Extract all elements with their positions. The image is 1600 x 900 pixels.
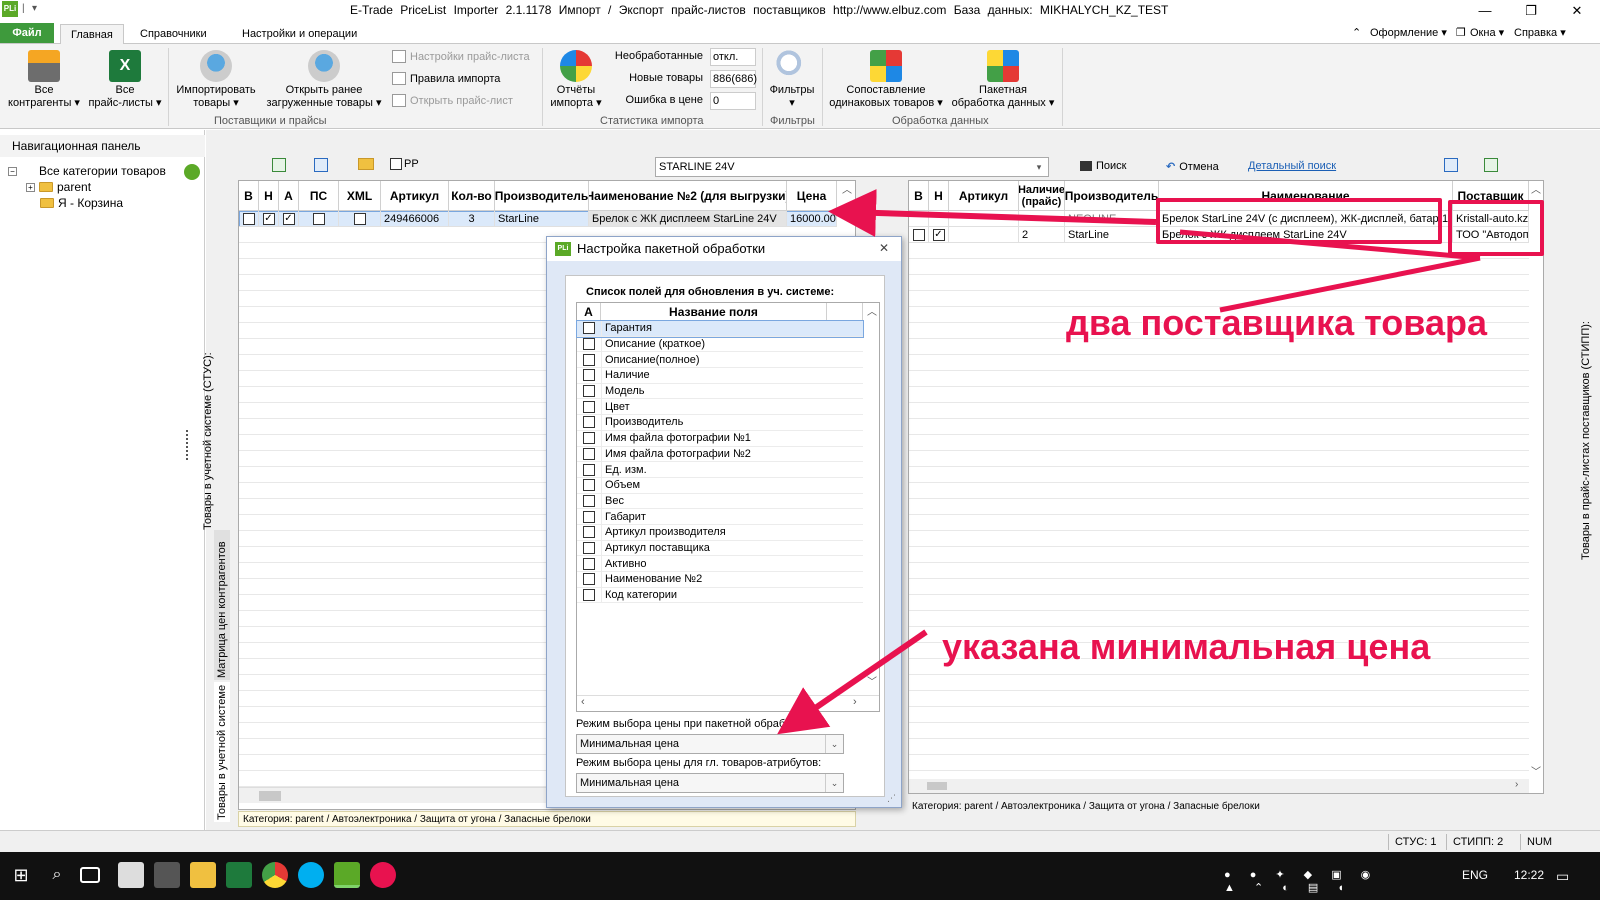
status-stus: СТУС: 1 — [1388, 834, 1442, 850]
status-bar — [0, 830, 1600, 852]
notifications-icon[interactable]: ▭ — [1556, 868, 1569, 885]
file-explorer-icon[interactable] — [190, 862, 216, 888]
skype-icon[interactable] — [298, 862, 324, 888]
windows-start-icon[interactable]: ⊞ — [8, 862, 34, 888]
clock[interactable]: 12:22 — [1514, 868, 1544, 882]
language-indicator[interactable]: ENG — [1462, 868, 1488, 882]
annotation-arrows — [777, 188, 1481, 735]
app-taskbar-icon[interactable] — [118, 862, 144, 888]
system-tray-icons[interactable]: ● ● ✦ ◆ ▣ ◉ ▲ ⌃ ◐ ▤ ◖ — [1224, 868, 1394, 894]
status-num: NUM — [1520, 834, 1558, 850]
search-icon[interactable]: ⌕ — [44, 862, 70, 888]
status-stipp: СТИПП: 2 — [1446, 834, 1509, 850]
chrome-icon[interactable] — [262, 862, 288, 888]
pricelist-importer-icon[interactable] — [334, 862, 360, 888]
excel-icon[interactable] — [226, 862, 252, 888]
recorder-icon[interactable] — [370, 862, 396, 888]
calculator-icon[interactable] — [154, 862, 180, 888]
annotation-min-price: указана минимальная цена — [941, 625, 1431, 668]
task-view-icon[interactable] — [80, 867, 100, 883]
arrow-line-names — [1179, 229, 1481, 261]
arrow-to-min-price — [777, 629, 928, 735]
arrow-to-price — [828, 188, 1157, 237]
annotation-two-suppliers: два поставщика товара — [1065, 301, 1488, 344]
